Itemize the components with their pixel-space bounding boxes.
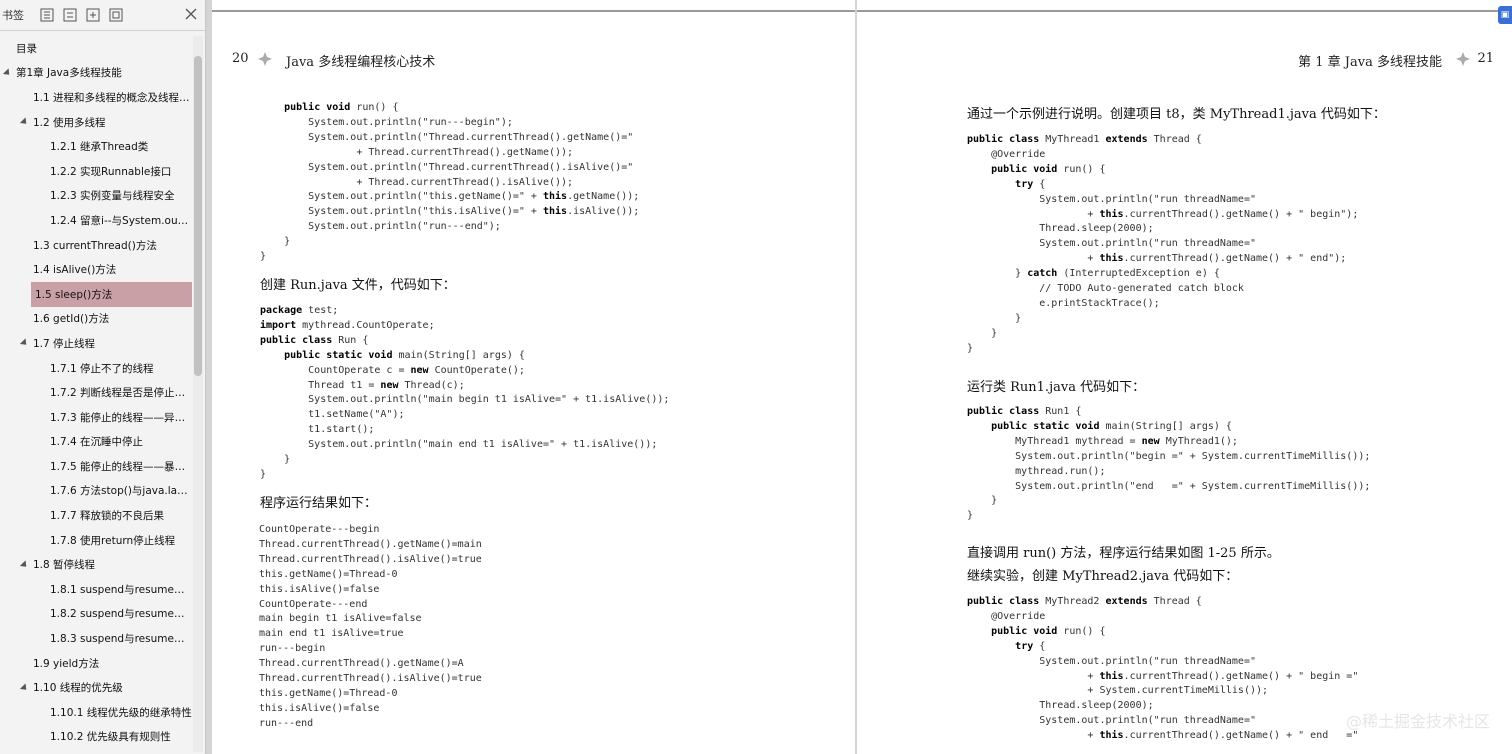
bookmark-item[interactable]: 1.7.1 停止不了的线程: [0, 356, 192, 381]
bookmark-item[interactable]: 1.7.6 方法stop()与java.lang....: [0, 479, 192, 504]
bookmark-item[interactable]: 1.6 getId()方法: [0, 307, 192, 332]
header-ornament-icon: [258, 52, 272, 66]
bookmark-item[interactable]: 1.10.1 线程优先级的继承特性: [0, 700, 192, 725]
bookmark-item[interactable]: 1.7.2 判断线程是否是停止状态: [0, 380, 192, 405]
bookmark-item-label: 1.7.8 使用return停止线程: [50, 534, 176, 547]
bookmark-item[interactable]: 1.2 使用多线程: [0, 110, 192, 135]
bookmark-item-label: 1.2 使用多线程: [33, 116, 106, 129]
bookmark-item-label: 1.7.3 能停止的线程——异常法: [50, 411, 192, 424]
header-ornament-icon: [1456, 52, 1470, 66]
bookmark-item[interactable]: 1.4 isAlive()方法: [0, 257, 192, 282]
left-code-block-1: public void run() { System.out.println("…: [260, 102, 640, 263]
bookmark-item[interactable]: 1.8.2 suspend与resume方法...: [0, 602, 192, 627]
bookmark-item[interactable]: 目录: [0, 36, 192, 61]
bookmark-item[interactable]: 1.2.1 继承Thread类: [0, 134, 192, 159]
bookmark-item-label: 1.7.6 方法stop()与java.lang....: [50, 485, 192, 498]
sidebar-scroll-thumb[interactable]: [194, 56, 202, 376]
bookmark-item[interactable]: 1.7.3 能停止的线程——异常法: [0, 405, 192, 430]
bookmark-item-label: 1.7.7 释放锁的不良后果: [50, 510, 165, 523]
bookmark-item[interactable]: 1.7.5 能停止的线程——暴力...: [0, 454, 192, 479]
right-paragraph-4: 继续实验，创建 MyThread2.java 代码如下：: [967, 569, 1239, 584]
bookmark-item-label: 1.4 isAlive()方法: [33, 264, 117, 277]
bookmark-item-label: 1.2.4 留意i--与System.out.pr...: [50, 214, 192, 227]
bookmark-item-label: 目录: [16, 42, 37, 55]
bookmark-item-label: 1.7.1 停止不了的线程: [50, 362, 154, 375]
page-top-rule: [212, 10, 855, 12]
collapse-all-icon[interactable]: [63, 8, 77, 22]
right-page: 第 1 章 Java 多线程技能 21 ▣ 通过一个示例进行说明。创建项目 t8…: [857, 0, 1512, 754]
bookmark-item-label: 1.3 currentThread()方法: [33, 239, 157, 252]
bookmark-panel-title: 书签: [2, 9, 24, 22]
expand-arrow-icon[interactable]: [19, 117, 30, 127]
bookmark-item-label: 1.8.1 suspend与resume方法...: [50, 583, 192, 596]
expand-arrow-icon[interactable]: [19, 683, 30, 693]
bookmark-item[interactable]: 1.9 yield方法: [0, 651, 192, 676]
bookmark-item[interactable]: 1.2.2 实现Runnable接口: [0, 159, 192, 184]
bookmark-item[interactable]: 1.7 停止线程: [0, 331, 192, 356]
expand-arrow-icon[interactable]: [2, 68, 13, 78]
left-paragraph-2: 程序运行结果如下：: [260, 496, 378, 511]
bookmark-properties-icon[interactable]: [109, 8, 123, 22]
left-page-number: 20: [232, 51, 249, 66]
bookmark-item[interactable]: 1.7.4 在沉睡中停止: [0, 430, 192, 455]
right-code-block-2: public class Run1 { public static void m…: [967, 406, 1371, 522]
bookmark-item-label: 1.7.4 在沉睡中停止: [50, 436, 144, 449]
bookmark-item-label: 1.10 线程的优先级: [33, 682, 123, 695]
left-output-block: CountOperate---begin Thread.currentThrea…: [259, 524, 482, 729]
bookmark-item-label: 1.2.3 实例变量与线程安全: [50, 190, 175, 203]
bookmark-item-label: 1.9 yield方法: [33, 657, 100, 670]
bookmark-item-label: 1.8.3 suspend与resume方法...: [50, 633, 192, 646]
right-paragraph-2: 运行类 Run1.java 代码如下：: [967, 380, 1146, 395]
right-code-block-3: public class MyThread2 extends Thread { …: [967, 596, 1359, 742]
left-paragraph-1: 创建 Run.java 文件，代码如下：: [260, 278, 456, 293]
bookmark-item-label: 1.7 停止线程: [33, 337, 96, 350]
bookmark-item-label: 1.2.1 继承Thread类: [50, 141, 149, 154]
bookmark-item-label: 1.7.5 能停止的线程——暴力...: [50, 460, 192, 473]
right-page-number: 21: [1477, 51, 1494, 66]
bookmark-item-label: 1.8 暂停线程: [33, 559, 96, 572]
bookmark-item[interactable]: 1.8 暂停线程: [0, 552, 192, 577]
page-top-rule: [857, 10, 1512, 12]
bookmark-item-label: 1.10.1 线程优先级的继承特性: [50, 706, 192, 719]
bookmark-item-label: 1.5 sleep()方法: [35, 288, 113, 301]
bookmark-item-label: 1.2.2 实现Runnable接口: [50, 165, 172, 178]
right-paragraph-3: 直接调用 run() 方法，程序运行结果如图 1-25 所示。: [967, 546, 1280, 561]
expand-arrow-icon[interactable]: [19, 560, 30, 570]
watermark: @稀土掘金技术社区: [1345, 712, 1490, 731]
left-page: 20 Java 多线程编程核心技术 public void run() { Sy…: [212, 0, 855, 754]
expand-arrow-icon[interactable]: [19, 338, 30, 349]
bookmark-item-label: 1.6 getId()方法: [33, 313, 110, 326]
bookmark-item[interactable]: 1.8.3 suspend与resume方法...: [0, 626, 192, 651]
left-page-title: Java 多线程编程核心技术: [286, 55, 436, 70]
bookmark-tree: 目录第1章 Java多线程技能 1.1 进程和多线程的概念及线程的... 1.2 使…: [0, 36, 192, 749]
right-paragraph-1: 通过一个示例进行说明。创建项目 t8，类 MyThread1.java 代码如下…: [967, 107, 1386, 122]
bookmark-item[interactable]: 1.2.3 实例变量与线程安全: [0, 184, 192, 209]
add-bookmark-icon[interactable]: [86, 8, 100, 22]
bookmark-item[interactable]: 1.1 进程和多线程的概念及线程的...: [0, 85, 192, 110]
bookmark-item[interactable]: 1.8.1 suspend与resume方法...: [0, 577, 192, 602]
left-code-block-2: package test; import mythread.CountOpera…: [260, 305, 670, 480]
close-icon[interactable]: [185, 8, 197, 20]
bookmark-item-label: 1.10.2 优先级具有规则性: [50, 731, 171, 744]
expand-all-icon[interactable]: [40, 8, 54, 22]
bookmark-item[interactable]: 1.3 currentThread()方法: [0, 233, 192, 258]
bookmark-item[interactable]: 1.7.7 释放锁的不良后果: [0, 503, 192, 528]
bookmark-toolbar: 书签: [0, 0, 205, 31]
bookmark-item-label: 1.1 进程和多线程的概念及线程的...: [33, 91, 192, 104]
bookmark-item[interactable]: 1.2.4 留意i--与System.out.pr...: [0, 208, 192, 233]
bookmark-panel: 书签 目录第1章 Java多线程技能 1.1 进程和多线程的概念及线程的... 1.…: [0, 0, 206, 754]
sidebar-scrollbar[interactable]: [193, 36, 203, 752]
bookmark-item[interactable]: 1.7.8 使用return停止线程: [0, 528, 192, 553]
bookmark-item[interactable]: 1.10 线程的优先级: [0, 675, 192, 700]
bookmark-item[interactable]: 1.10.2 优先级具有规则性: [0, 725, 192, 750]
bookmark-item-label: 第1章 Java多线程技能: [16, 67, 122, 80]
bookmark-item[interactable]: 1.5 sleep()方法: [31, 281, 192, 307]
bookmark-item-label: 1.7.2 判断线程是否是停止状态: [50, 387, 192, 400]
right-code-block-1: public class MyThread1 extends Thread { …: [967, 134, 1359, 354]
bookmark-item[interactable]: 第1章 Java多线程技能: [0, 61, 192, 86]
view-mode-badge-icon[interactable]: ▣: [1498, 6, 1512, 24]
bookmark-item-label: 1.8.2 suspend与resume方法...: [50, 608, 192, 621]
right-page-title: 第 1 章 Java 多线程技能: [1298, 55, 1442, 70]
